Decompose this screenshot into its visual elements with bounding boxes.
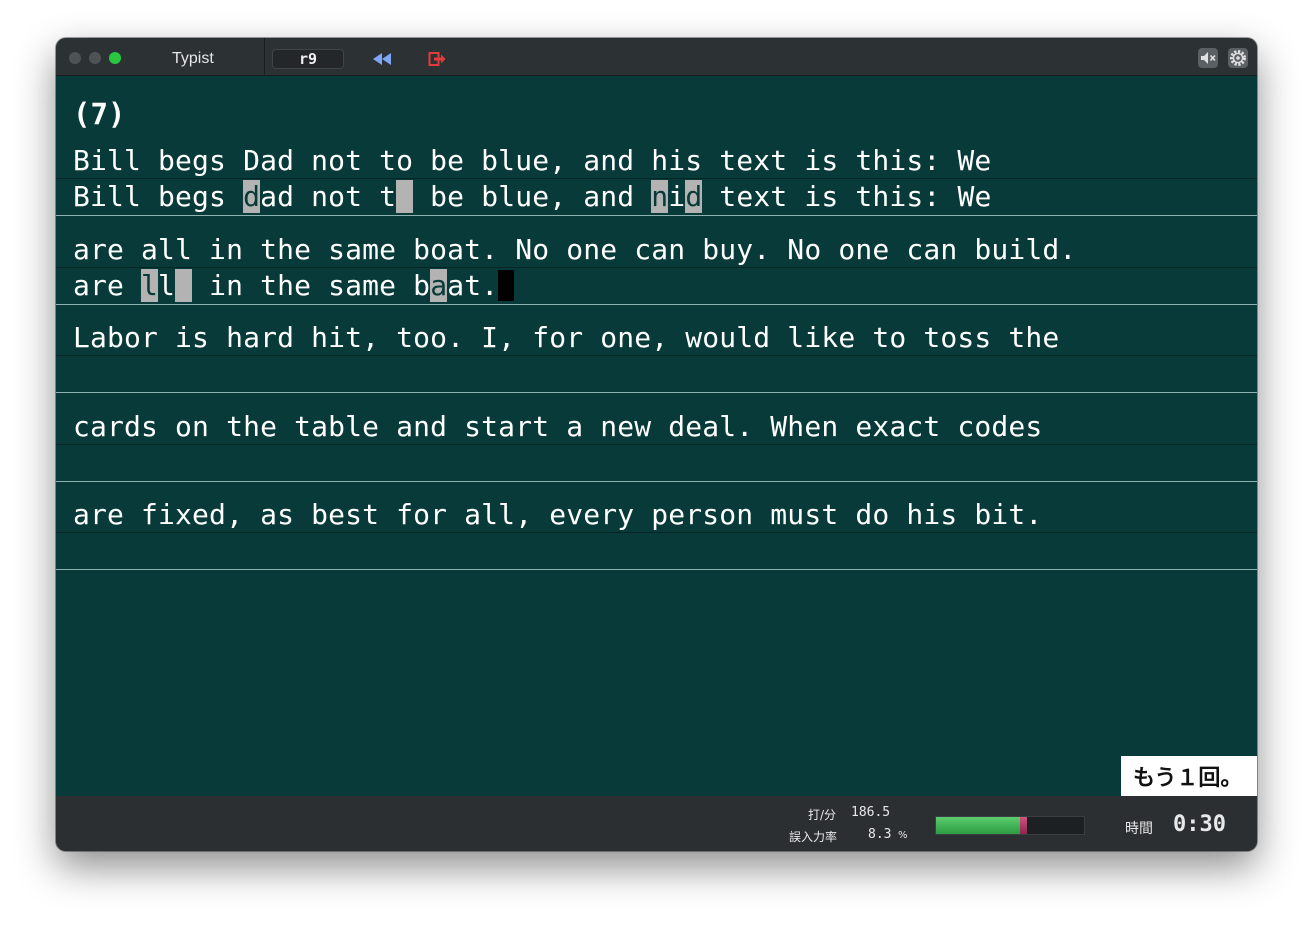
typed-segment: ad not t: [260, 180, 397, 213]
row-divider: [56, 304, 1257, 305]
text-row: Labor is hard hit, too. I, for one, woul…: [56, 321, 1257, 409]
typed-segment: i: [668, 180, 686, 213]
typed-segment: text is this: We: [702, 180, 992, 213]
title-divider: [264, 38, 265, 76]
row-divider: [56, 569, 1257, 570]
prompt-divider: [56, 444, 1257, 445]
typed-segment: Bill begs: [73, 180, 244, 213]
typed-text: Bill begs dad not t be blue, and nid tex…: [73, 179, 991, 214]
typed-text: are ll in the same baat.: [73, 268, 515, 303]
text-cursor: [498, 270, 515, 301]
text-row: are fixed, as best for all, every person…: [56, 498, 1257, 586]
row-divider: [56, 392, 1257, 393]
title-bar: Typist r9: [56, 38, 1257, 76]
typo-char: d: [243, 180, 261, 213]
rewind-icon[interactable]: [372, 52, 394, 66]
progress-error-fill: [1020, 817, 1027, 834]
prompt-text: are all in the same boat. No one can buy…: [73, 233, 1077, 266]
typing-area[interactable]: (7) Bill begs Dad not to be blue, and hi…: [56, 76, 1257, 796]
progress-bar: [935, 816, 1085, 835]
prompt-divider: [56, 355, 1257, 356]
row-divider: [56, 481, 1257, 482]
exercise-number: (7): [73, 97, 126, 131]
prompt-text: Labor is hard hit, too. I, for one, woul…: [73, 321, 1060, 354]
typo-char: [396, 180, 414, 213]
text-row: cards on the table and start a new deal.…: [56, 410, 1257, 498]
prompt-text: Bill begs Dad not to be blue, and his te…: [73, 144, 992, 177]
level-button[interactable]: r9: [272, 49, 344, 69]
row-divider: [56, 215, 1257, 216]
time-value: 0:30: [1173, 812, 1226, 837]
speed-label: 打/分: [808, 808, 837, 822]
gear-icon[interactable]: [1228, 48, 1248, 68]
prompt-divider: [56, 532, 1257, 533]
exit-icon[interactable]: [428, 51, 446, 67]
app-title: Typist: [172, 50, 214, 67]
error-rate-unit: %: [898, 830, 908, 841]
status-bar: 打/分 186.5 誤入力率 8.3 % 時間 0:30: [56, 796, 1257, 851]
error-rate-value: 8.3: [868, 827, 892, 842]
progress-correct-fill: [936, 817, 1020, 834]
typo-char: [175, 269, 193, 302]
typo-char: a: [430, 269, 448, 302]
typo-char: l: [141, 269, 159, 302]
typed-segment: be blue, and: [413, 180, 652, 213]
typed-segment: at.: [447, 269, 499, 302]
prompt-text: are fixed, as best for all, every person…: [73, 498, 1043, 531]
speed-value: 186.5: [851, 805, 891, 820]
prompt-text: cards on the table and start a new deal.…: [73, 410, 1043, 443]
retry-button[interactable]: もう１回。: [1121, 756, 1257, 796]
typo-char: d: [685, 180, 703, 213]
error-rate-label: 誤入力率: [789, 830, 838, 844]
typist-window: Typist r9 (7) Bill begs Dad not to be bl…: [56, 38, 1257, 851]
typed-segment: in the same b: [192, 269, 431, 302]
close-window-button[interactable]: [69, 52, 81, 64]
time-label: 時間: [1125, 821, 1153, 837]
speaker-mute-icon[interactable]: [1198, 48, 1218, 68]
typo-char: n: [651, 180, 669, 213]
zoom-window-button[interactable]: [109, 52, 121, 64]
text-row: Bill begs Dad not to be blue, and his te…: [56, 144, 1257, 232]
typed-segment: are: [73, 269, 142, 302]
text-row: are all in the same boat. No one can buy…: [56, 233, 1257, 321]
minimize-window-button[interactable]: [89, 52, 101, 64]
typed-segment: l: [158, 269, 176, 302]
